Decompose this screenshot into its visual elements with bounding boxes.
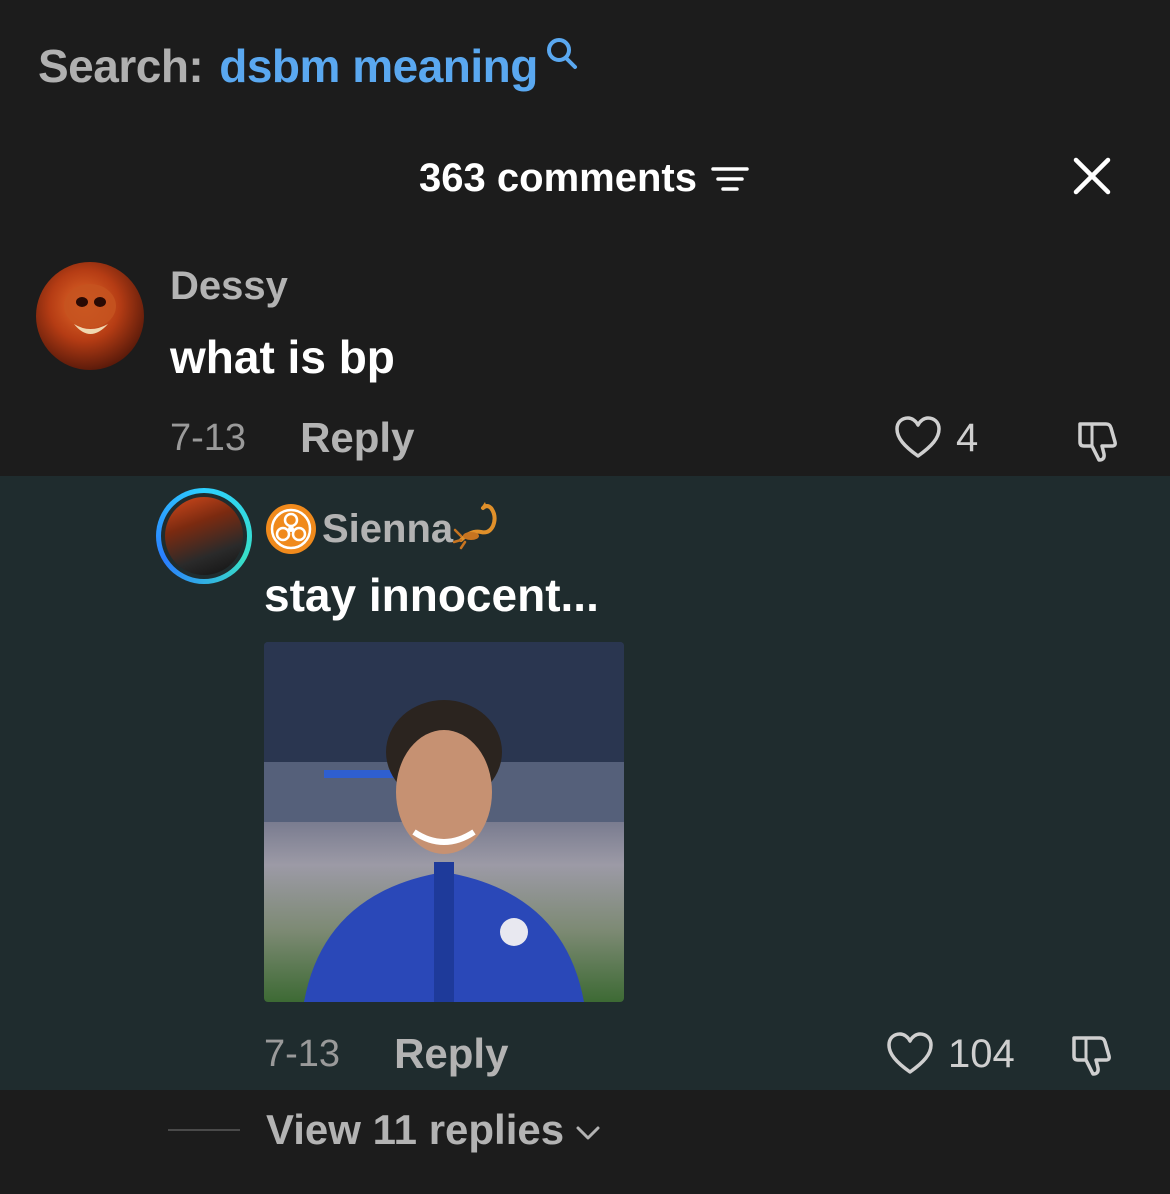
comment-meta: 7-13 Reply [264,1026,508,1082]
search-icon[interactable] [542,34,582,74]
avatar[interactable] [156,488,252,584]
heart-icon [887,1032,933,1074]
heart-icon [895,416,941,458]
like-count: 104 [948,1031,1015,1076]
thumbs-down-icon[interactable] [1072,414,1124,466]
avatar-image [64,284,116,334]
comment-username[interactable]: Dessy [170,264,288,309]
like-count: 4 [956,415,979,460]
close-icon[interactable] [1068,152,1116,200]
scorpion-icon [452,502,497,550]
comment-image[interactable] [264,642,624,1002]
comment-date: 7-13 [170,416,247,459]
comment-username-row[interactable]: Sienna [264,502,507,556]
photo-person [264,642,624,1002]
search-bar[interactable]: Search: dsbm meaning [38,36,582,96]
divider [168,1129,240,1131]
reply-item: Sienna stay innocent... 7-13 Reply 104 [0,476,1170,1090]
search-prefix: Search: [38,40,204,92]
chevron-down-icon [576,1126,600,1140]
comment-date: 7-13 [264,1032,341,1075]
view-replies-label: View 11 replies [266,1106,565,1153]
like-button[interactable]: 104 [884,1028,1015,1080]
search-term-link[interactable]: dsbm meaning [219,39,538,93]
avatar-image [161,493,247,579]
reply-button[interactable]: Reply [394,1030,508,1078]
comment-text: what is bp [170,331,395,383]
sort-filter-icon[interactable] [709,159,751,201]
avatar[interactable] [36,262,144,370]
comment-meta: 7-13 Reply [170,410,414,466]
comment-item: Dessy what is bp 7-13 Reply 4 [0,250,1170,476]
biohazard-icon [266,504,316,554]
comment-username[interactable]: Sienna [322,507,453,552]
comments-header: 363 comments [0,148,1170,208]
thumbs-down-icon[interactable] [1066,1028,1118,1080]
comments-count: 363 comments [419,155,697,200]
like-button[interactable]: 4 [892,412,978,464]
view-replies-button[interactable]: View 11 replies [168,1104,604,1156]
comment-text: stay innocent... [264,569,599,621]
reply-button[interactable]: Reply [300,414,414,462]
